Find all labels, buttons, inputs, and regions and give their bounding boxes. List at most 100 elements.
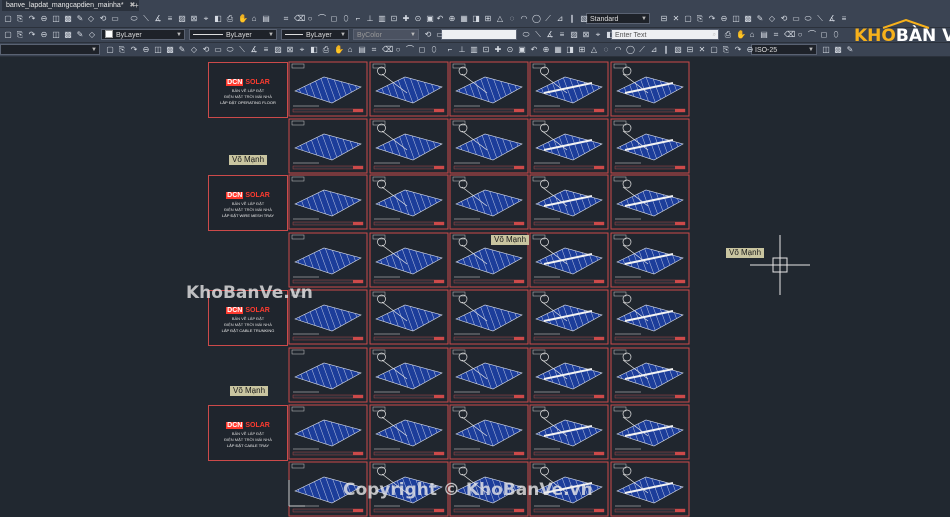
drawing-sheet[interactable] <box>610 289 690 345</box>
toolbar-tool-icon[interactable]: ▭ <box>214 46 222 54</box>
toolbar-tool-icon[interactable]: ⌂ <box>346 46 354 54</box>
toolbar-tool-icon[interactable]: ⎙ <box>724 31 732 39</box>
search-field[interactable] <box>441 29 517 40</box>
plot-style-select[interactable]: ByColor ▼ <box>353 29 419 40</box>
toolbar-tool-icon[interactable]: ⌐ <box>446 46 454 54</box>
toolbar-tool-icon[interactable]: ⊖ <box>720 15 728 23</box>
toolbar-tool-icon[interactable]: ⟍ <box>816 15 824 23</box>
toolbar-tool-icon[interactable]: ⊟ <box>686 46 694 54</box>
toolbar-tool-icon[interactable]: △ <box>590 46 598 54</box>
toolbar-tool-icon[interactable]: ✎ <box>178 46 186 54</box>
toolbar-tool-icon[interactable]: ⊙ <box>506 46 514 54</box>
drawing-sheet[interactable] <box>610 174 690 230</box>
drawing-sheet[interactable] <box>369 232 449 288</box>
toolbar-tool-icon[interactable]: ◧ <box>310 46 318 54</box>
toolbar-tool-icon[interactable]: ▨ <box>274 46 282 54</box>
drawing-sheet[interactable] <box>369 61 449 117</box>
toolbar-tool-icon[interactable]: ◻ <box>418 46 426 54</box>
toolbar-tool-icon[interactable]: ▩ <box>834 46 842 54</box>
drawing-sheet[interactable] <box>610 347 690 403</box>
toolbar-tool-icon[interactable]: ▥ <box>378 15 386 23</box>
drawing-sheet[interactable] <box>369 404 449 460</box>
toolbar-tool-icon[interactable]: ⬭ <box>130 15 138 23</box>
dim-style-select[interactable]: ISO-25 ▼ <box>751 44 817 55</box>
toolbar-tool-icon[interactable]: ⟋ <box>544 15 552 23</box>
toolbar-tool-icon[interactable]: ⬯ <box>832 31 840 39</box>
toolbar-tool-icon[interactable]: ∡ <box>154 15 162 23</box>
toolbar-tool-icon[interactable]: ✋ <box>334 46 344 54</box>
toolbar-tool-icon[interactable]: ∥ <box>568 15 576 23</box>
toolbar-tool-icon[interactable]: ◯ <box>626 46 635 54</box>
toolbar-tool-icon[interactable]: ✚ <box>402 15 410 23</box>
toolbar-tool-icon[interactable]: ↷ <box>28 31 36 39</box>
toolbar-tool-icon[interactable]: ◇ <box>87 15 95 23</box>
toolbar-tool-icon[interactable]: ▧ <box>674 46 682 54</box>
linetype-select[interactable]: ByLayer ▼ <box>189 29 277 40</box>
toolbar-tool-icon[interactable]: ⟍ <box>238 46 246 54</box>
cover-sheet[interactable]: DCN SOLAR BẢN VẼ LẮP ĐẶT ĐIỆN MẶT TRỜI MÁI … <box>208 405 288 461</box>
toolbar-tool-icon[interactable]: ⎙ <box>322 46 330 54</box>
drawing-sheet[interactable] <box>369 118 449 174</box>
toolbar-tool-icon[interactable]: ▩ <box>744 15 752 23</box>
toolbar-tool-icon[interactable]: ✎ <box>756 15 764 23</box>
drawing-sheet[interactable] <box>610 232 690 288</box>
toolbar-tool-icon[interactable]: ↷ <box>708 15 716 23</box>
toolbar-tool-icon[interactable]: ◇ <box>768 15 776 23</box>
toolbar-tool-icon[interactable]: ∡ <box>250 46 258 54</box>
toolbar-tool-icon[interactable]: ⎘ <box>16 31 24 39</box>
toolbar-tool-icon[interactable]: ◇ <box>190 46 198 54</box>
lineweight-select[interactable]: ByLayer ▼ <box>281 29 349 40</box>
toolbar-tool-icon[interactable]: ⊥ <box>366 15 374 23</box>
toolbar-tool-icon[interactable]: ⌫ <box>294 15 305 23</box>
toolbar-tool-icon[interactable]: ▢ <box>106 46 114 54</box>
toolbar-tool-icon[interactable]: ◇ <box>88 31 96 39</box>
toolbar-tool-icon[interactable]: ⎘ <box>118 46 126 54</box>
drawing-sheet[interactable] <box>449 118 529 174</box>
toolbar-tool-icon[interactable]: ▣ <box>426 15 434 23</box>
toolbar-tool-icon[interactable]: ▦ <box>554 46 562 54</box>
toolbar-tool-icon[interactable]: ⌒ <box>808 31 816 39</box>
toolbar-tool-icon[interactable]: ✎ <box>846 46 854 54</box>
toolbar-tool-icon[interactable]: ▨ <box>178 15 186 23</box>
drawing-sheet[interactable] <box>288 118 368 174</box>
toolbar-tool-icon[interactable]: ◠ <box>520 15 528 23</box>
toolbar-tool-icon[interactable]: ▭ <box>436 31 444 39</box>
toolbar-tool-icon[interactable]: ↶ <box>436 15 444 23</box>
toolbar-tool-icon[interactable]: ⟲ <box>780 15 788 23</box>
toolbar-tool-icon[interactable]: ✕ <box>698 46 706 54</box>
toolbar-tool-icon[interactable]: ∡ <box>828 15 836 23</box>
toolbar-tool-icon[interactable]: ⎘ <box>16 15 24 23</box>
toolbar-tool-icon[interactable]: ▧ <box>580 15 588 23</box>
toolbar-tool-icon[interactable]: △ <box>496 15 504 23</box>
toolbar-tool-icon[interactable]: ⊞ <box>484 15 492 23</box>
toolbar-tool-icon[interactable]: ◻ <box>820 31 828 39</box>
toolbar-tool-icon[interactable]: ⊕ <box>542 46 550 54</box>
toolbar-tool-icon[interactable]: ✎ <box>76 31 84 39</box>
toolbar-tool-icon[interactable]: ✚ <box>494 46 502 54</box>
toolbar-tool-icon[interactable]: ⟲ <box>202 46 210 54</box>
toolbar-tool-icon[interactable]: ⟍ <box>534 31 542 39</box>
drawing-sheet[interactable] <box>449 289 529 345</box>
toolbar-tool-icon[interactable]: ▩ <box>64 31 72 39</box>
drawing-sheet[interactable] <box>288 404 368 460</box>
toolbar-tool-icon[interactable]: ⟲ <box>424 31 432 39</box>
drawing-sheet[interactable] <box>288 232 368 288</box>
toolbar-tool-icon[interactable]: ⊡ <box>482 46 490 54</box>
toolbar-tool-icon[interactable]: ✋ <box>238 15 248 23</box>
toolbar-tool-icon[interactable]: ⌫ <box>784 31 795 39</box>
toolbar-tool-icon[interactable]: ⊡ <box>390 15 398 23</box>
toolbar-tool-icon[interactable]: ⌫ <box>382 46 393 54</box>
toolbar-tool-icon[interactable]: ≡ <box>840 15 848 23</box>
toolbar-tool-icon[interactable]: ⊿ <box>556 15 564 23</box>
drawing-sheet[interactable] <box>288 61 368 117</box>
layer-select[interactable]: ▼ <box>0 44 100 55</box>
toolbar-tool-icon[interactable]: ⌒ <box>406 46 414 54</box>
toolbar-tool-icon[interactable]: ⌖ <box>594 31 602 39</box>
drawing-sheet[interactable] <box>449 347 529 403</box>
toolbar-tool-icon[interactable]: ✋ <box>736 31 746 39</box>
toolbar-tool-icon[interactable]: ▤ <box>358 46 366 54</box>
toolbar-tool-icon[interactable]: ▢ <box>4 31 12 39</box>
toolbar-tool-icon[interactable]: ⬭ <box>522 31 530 39</box>
toolbar-tool-icon[interactable]: ⌖ <box>298 46 306 54</box>
toolbar-tool-icon[interactable]: ⌗ <box>772 31 780 39</box>
